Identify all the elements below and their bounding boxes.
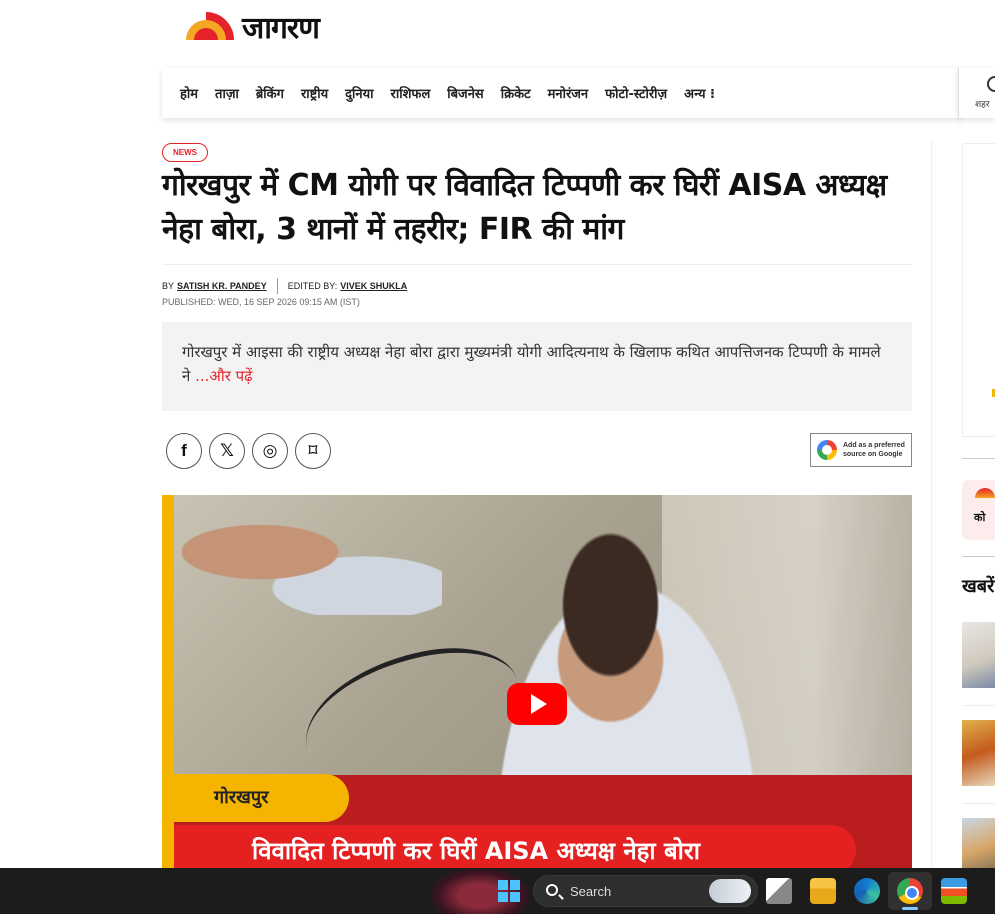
task-view-icon[interactable] (766, 878, 792, 904)
byline-separator (276, 278, 278, 294)
sidebar-rule (962, 556, 995, 557)
x-share-button[interactable]: 𝕏 (209, 433, 245, 469)
bookmark-button[interactable]: ⌑ (295, 433, 331, 469)
search-placeholder: Search (570, 884, 612, 899)
nav-item-latest[interactable]: ताज़ा (215, 84, 239, 102)
video-accent-bar (162, 495, 174, 870)
published-date: PUBLISHED: WED, 16 SEP 2026 09:15 AM (IS… (162, 297, 360, 307)
byline: BY SATISH KR. PANDEY EDITED BY: VIVEK SH… (162, 278, 407, 294)
page: जागरण होम ताज़ा ब्रेकिंग राष्ट्रीय दुनिय… (0, 0, 995, 914)
nav-item-business[interactable]: बिजनेस (447, 84, 483, 102)
sidebar-rule (962, 803, 995, 804)
chrome-browser-icon[interactable] (897, 878, 923, 904)
city-label: शहर (975, 100, 990, 110)
active-app-indicator (902, 907, 918, 910)
nav-item-home[interactable]: होम (180, 84, 198, 102)
jagran-logo[interactable]: जागरण (176, 8, 320, 46)
windows-start-icon[interactable] (498, 880, 520, 902)
youtube-play-button[interactable] (507, 683, 567, 725)
google-icon (817, 440, 837, 460)
sun-logo-icon (975, 488, 995, 498)
sidebar-news-thumbnail[interactable] (962, 720, 995, 786)
google-preferred-source-button[interactable]: Add as a preferred source on Google (810, 433, 912, 467)
nav-item-breaking[interactable]: ब्रेकिंग (256, 84, 284, 102)
logo-text: जागरण (242, 10, 320, 46)
search-icon (546, 884, 558, 896)
play-icon (531, 694, 547, 714)
read-more-link[interactable]: ...और पढ़ें (195, 367, 253, 385)
video-location-tag: गोरखपुर (174, 774, 349, 822)
google-badge-text: Add as a preferred source on Google (843, 442, 905, 458)
article-summary: गोरखपुर में आइसा की राष्ट्रीय अध्यक्ष ने… (162, 322, 912, 411)
location-pin-icon (987, 76, 995, 92)
sidebar-news-thumbnail[interactable] (962, 818, 995, 868)
editor-link[interactable]: VIVEK SHUKLA (340, 281, 407, 291)
nav-item-entertainment[interactable]: मनोरंजन (548, 84, 589, 102)
sidebar-divider (931, 140, 932, 870)
taskbar-search-input[interactable]: Search (533, 875, 758, 907)
sidebar-promo-card[interactable]: को (962, 480, 995, 540)
video-title-band: विवादित टिप्पणी कर घिरीं AISA अध्यक्ष ने… (174, 825, 856, 870)
video-thumbnail-arm (182, 525, 442, 615)
whatsapp-icon: ◎ (262, 441, 278, 460)
edge-browser-icon[interactable] (854, 878, 880, 904)
divider (162, 264, 912, 265)
author-link[interactable]: SATISH KR. PANDEY (177, 281, 267, 291)
nav-item-world[interactable]: दुनिया (345, 84, 373, 102)
sidebar-heading: खबरें (962, 576, 995, 597)
whatsapp-share-button[interactable]: ◎ (252, 433, 288, 469)
summary-text: गोरखपुर में आइसा की राष्ट्रीय अध्यक्ष ने… (182, 343, 881, 385)
nav-item-cricket[interactable]: क्रिकेट (501, 84, 531, 102)
nav-item-photo-stories[interactable]: फोटो-स्टोरीज़ (605, 84, 667, 102)
nav-item-horoscope[interactable]: राशिफल (391, 84, 431, 102)
nav-item-more[interactable]: अन्य ⁝ (684, 84, 715, 102)
facebook-share-button[interactable]: f (166, 433, 202, 469)
by-prefix: BY (162, 281, 175, 291)
news-tag[interactable]: NEWS (162, 143, 208, 162)
nav-item-national[interactable]: राष्ट्रीय (301, 84, 328, 102)
sun-logo-icon (176, 10, 236, 42)
sidebar-ad[interactable] (962, 143, 995, 437)
sidebar-rule (962, 458, 995, 459)
x-icon: 𝕏 (220, 441, 234, 460)
edited-prefix: EDITED BY: (287, 281, 338, 291)
facebook-icon: f (181, 441, 187, 460)
microsoft-store-icon[interactable] (941, 878, 967, 904)
promo-text: को (974, 512, 986, 524)
sidebar-rule (962, 705, 995, 706)
main-nav: होम ताज़ा ब्रेकिंग राष्ट्रीय दुनिया राशि… (162, 68, 962, 118)
search-highlight-icon (709, 879, 751, 903)
sidebar-news-thumbnail[interactable] (962, 622, 995, 688)
city-selector[interactable]: शहर (958, 68, 995, 118)
bookmark-icon: ⌑ (308, 441, 318, 460)
video-player[interactable]: गोरखपुर विवादित टिप्पणी कर घिरीं AISA अध… (162, 495, 912, 870)
file-explorer-icon[interactable] (810, 878, 836, 904)
article-headline: गोरखपुर में CM योगी पर विवादित टिप्पणी क… (162, 168, 887, 247)
